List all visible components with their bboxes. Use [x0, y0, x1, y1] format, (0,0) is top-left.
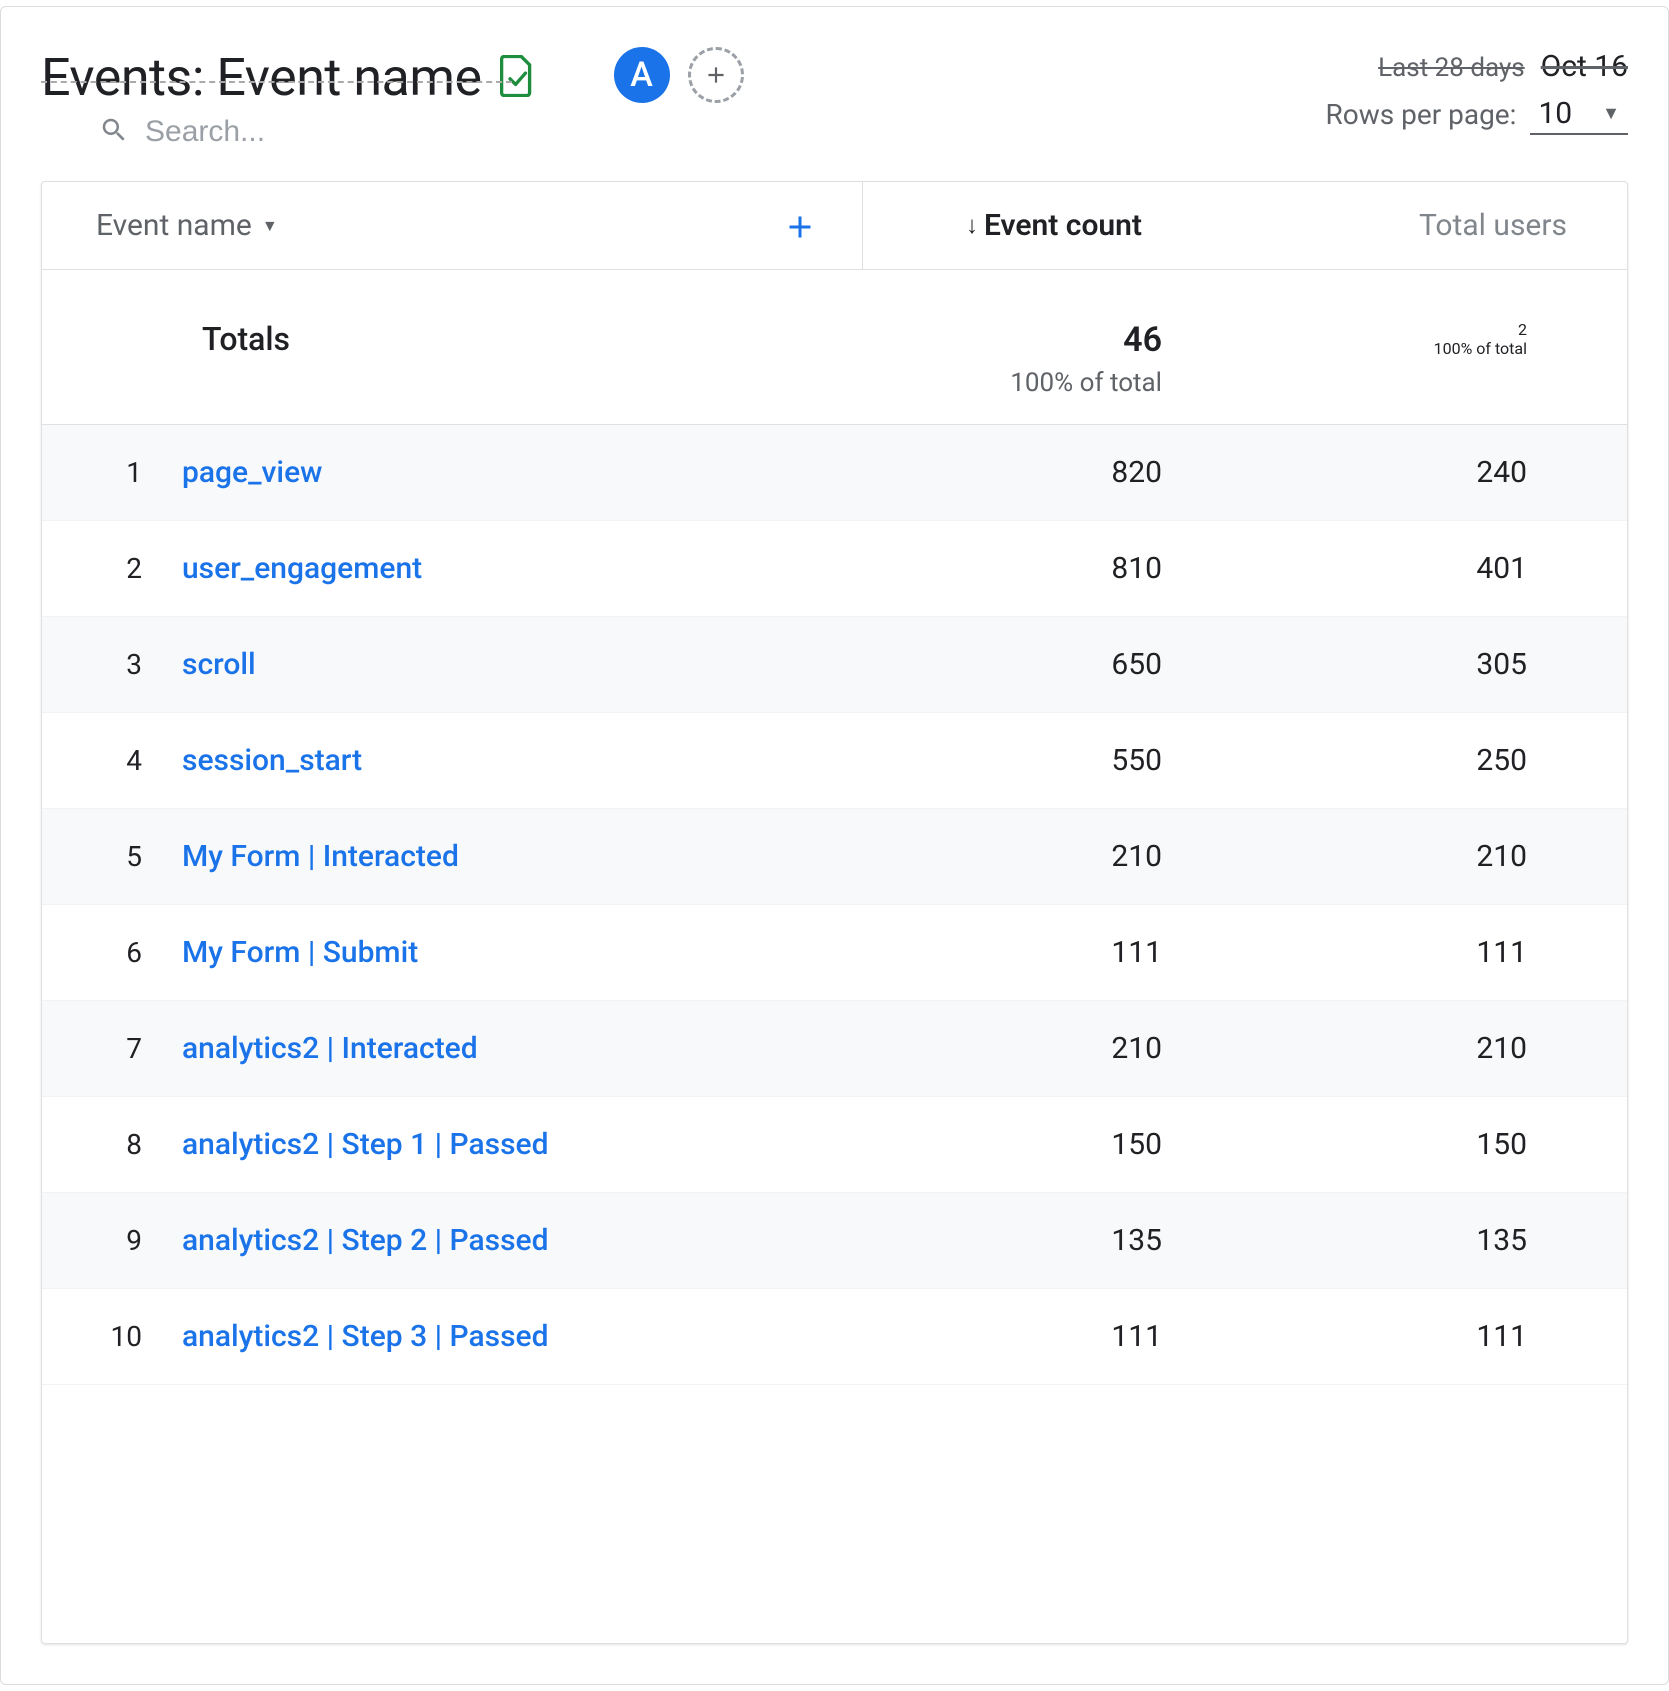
column-divider: [862, 182, 863, 269]
table-row: 9analytics2 | Step 2 | Passed135135: [42, 1193, 1627, 1289]
event-name-link[interactable]: analytics2 | Step 1 | Passed: [182, 1127, 862, 1162]
total-users-cell: 401: [1222, 551, 1627, 586]
event-count-cell: 210: [862, 839, 1222, 874]
row-index: 1: [42, 456, 182, 489]
table-header: Event name ▼ ↓ Event count Total users: [42, 182, 1627, 270]
event-name-link[interactable]: analytics2 | Interacted: [182, 1031, 862, 1066]
top-bar: Events: Event name A Last 28 days Oct: [1, 7, 1668, 150]
date-range-label: Last 28 days: [1378, 53, 1525, 83]
row-index: 7: [42, 1032, 182, 1065]
rows-per-page-label: Rows per page:: [1325, 98, 1516, 131]
total-users-cell: 135: [1222, 1223, 1627, 1258]
totals-event-count: 46: [1123, 320, 1162, 360]
page-title: Events: Event name: [41, 47, 482, 108]
row-index: 8: [42, 1128, 182, 1161]
event-name-link[interactable]: analytics2 | Step 3 | Passed: [182, 1319, 862, 1354]
total-users-header[interactable]: Total users: [1182, 182, 1627, 269]
event-count-header[interactable]: ↓ Event count: [822, 182, 1182, 269]
table-row: 3scroll650305: [42, 617, 1627, 713]
event-count-cell: 550: [862, 743, 1222, 778]
table-row: 1page_view820240: [42, 425, 1627, 521]
total-users-cell: 305: [1222, 647, 1627, 682]
total-users-cell: 111: [1222, 935, 1627, 970]
event-count-label: Event count: [984, 208, 1142, 243]
table-row: 6My Form | Submit111111: [42, 905, 1627, 1001]
totals-label: Totals: [42, 320, 862, 398]
row-index: 10: [42, 1320, 182, 1353]
date-range[interactable]: Last 28 days Oct 16: [1378, 49, 1628, 84]
totals-total-users: 2: [1518, 320, 1527, 339]
event-name-link[interactable]: page_view: [182, 455, 862, 490]
total-users-label: Total users: [1419, 208, 1567, 243]
add-dimension-button[interactable]: [782, 204, 818, 256]
event-count-cell: 810: [862, 551, 1222, 586]
search-input[interactable]: [143, 114, 443, 150]
date-label: Oct 16: [1541, 49, 1628, 84]
totals-event-count-pct: 100% of total: [1010, 368, 1162, 398]
row-index: 6: [42, 936, 182, 969]
event-count-cell: 111: [862, 935, 1222, 970]
report-frame: Events: Event name A Last 28 days Oct: [0, 6, 1669, 1685]
total-users-cell: 250: [1222, 743, 1627, 778]
caret-down-icon: ▼: [262, 216, 278, 236]
rows-per-page-value: 10: [1538, 96, 1572, 131]
add-segment-button[interactable]: [688, 47, 744, 103]
row-index: 2: [42, 552, 182, 585]
event-count-cell: 150: [862, 1127, 1222, 1162]
totals-row: Totals 46 100% of total 2 100% of total: [42, 270, 1627, 425]
event-count-cell: 210: [862, 1031, 1222, 1066]
row-index: 5: [42, 840, 182, 873]
event-name-link[interactable]: user_engagement: [182, 551, 862, 586]
table-body: 1page_view8202402user_engagement8104013s…: [42, 425, 1627, 1385]
sort-descending-icon: ↓: [966, 211, 978, 240]
table-row: 10analytics2 | Step 3 | Passed111111: [42, 1289, 1627, 1385]
segment-badge-a[interactable]: A: [614, 47, 670, 103]
event-name-link[interactable]: My Form | Interacted: [182, 839, 862, 874]
total-users-cell: 111: [1222, 1319, 1627, 1354]
event-name-link[interactable]: My Form | Submit: [182, 935, 862, 970]
table-row: 7analytics2 | Interacted210210: [42, 1001, 1627, 1097]
table-row: 2user_engagement810401: [42, 521, 1627, 617]
search-icon: [99, 115, 129, 149]
caret-down-icon: ▼: [1602, 103, 1620, 124]
row-index: 9: [42, 1224, 182, 1257]
dimension-header[interactable]: Event name ▼: [42, 182, 822, 269]
dimension-label: Event name: [96, 208, 252, 243]
event-count-cell: 111: [862, 1319, 1222, 1354]
event-count-cell: 820: [862, 455, 1222, 490]
row-index: 3: [42, 648, 182, 681]
total-users-cell: 240: [1222, 455, 1627, 490]
totals-total-users-pct: 100% of total: [1434, 339, 1527, 358]
event-name-link[interactable]: scroll: [182, 647, 862, 682]
table-row: 8analytics2 | Step 1 | Passed150150: [42, 1097, 1627, 1193]
event-count-cell: 135: [862, 1223, 1222, 1258]
total-users-cell: 210: [1222, 839, 1627, 874]
total-users-cell: 150: [1222, 1127, 1627, 1162]
row-index: 4: [42, 744, 182, 777]
data-table-card: Event name ▼ ↓ Event count Total users T…: [41, 181, 1628, 1644]
table-row: 5My Form | Interacted210210: [42, 809, 1627, 905]
sheet-check-icon: [500, 55, 534, 101]
table-row: 4session_start550250: [42, 713, 1627, 809]
event-count-cell: 650: [862, 647, 1222, 682]
rows-per-page-select[interactable]: 10 ▼: [1530, 94, 1628, 135]
event-name-link[interactable]: session_start: [182, 743, 862, 778]
total-users-cell: 210: [1222, 1031, 1627, 1066]
event-name-link[interactable]: analytics2 | Step 2 | Passed: [182, 1223, 862, 1258]
